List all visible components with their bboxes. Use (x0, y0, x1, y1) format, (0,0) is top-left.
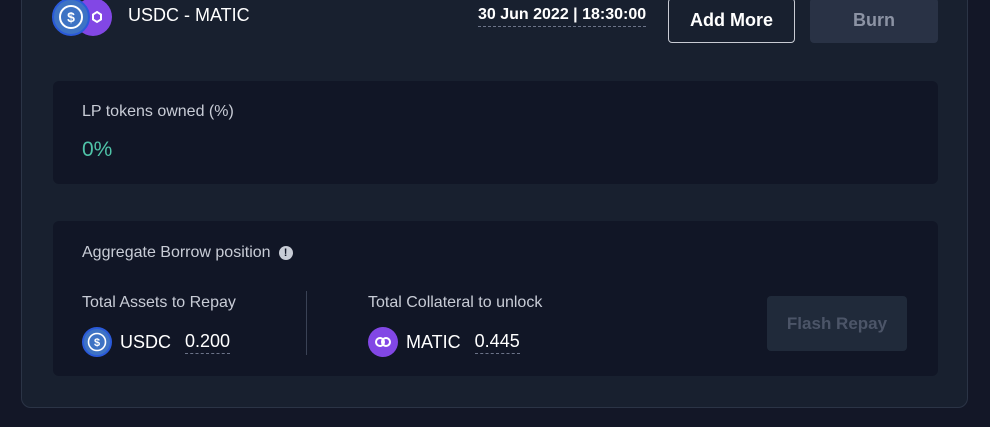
position-header: $ USDC - MATIC 30 Jun 2022 | 18:30:00 Ad… (52, 0, 938, 44)
repay-symbol: USDC (120, 331, 172, 352)
matic-icon (368, 327, 398, 357)
borrow-position-panel: Aggregate Borrow position ! Total Assets… (53, 221, 938, 376)
collateral-amount[interactable]: 0.445 (474, 331, 520, 354)
borrow-title-text: Aggregate Borrow position (82, 244, 271, 261)
collateral-symbol: MATIC (406, 331, 461, 352)
info-icon[interactable]: ! (278, 246, 293, 260)
collateral-label: Total Collateral to unlock (368, 294, 543, 311)
column-divider (306, 291, 307, 355)
lp-tokens-panel: LP tokens owned (%) 0% (53, 81, 938, 184)
usdc-icon: $ (82, 327, 112, 357)
collateral-asset-row: MATIC 0.445 (368, 327, 520, 357)
lp-tokens-value: 0% (82, 138, 113, 161)
repay-label: Total Assets to Repay (82, 294, 236, 311)
pair-name: USDC - MATIC (128, 5, 250, 25)
svg-text:$: $ (67, 9, 75, 25)
flash-repay-button[interactable]: Flash Repay (767, 296, 907, 351)
lp-tokens-label: LP tokens owned (%) (82, 103, 234, 120)
position-date[interactable]: 30 Jun 2022 | 18:30:00 (478, 6, 647, 27)
add-more-button[interactable]: Add More (668, 0, 795, 43)
pair-icons: $ (52, 0, 114, 38)
usdc-icon: $ (52, 0, 90, 36)
repay-asset-row: $ USDC 0.200 (82, 327, 231, 357)
burn-button[interactable]: Burn (810, 0, 938, 43)
borrow-title: Aggregate Borrow position ! (82, 244, 293, 262)
repay-amount[interactable]: 0.200 (185, 331, 231, 354)
svg-text:$: $ (94, 337, 100, 349)
